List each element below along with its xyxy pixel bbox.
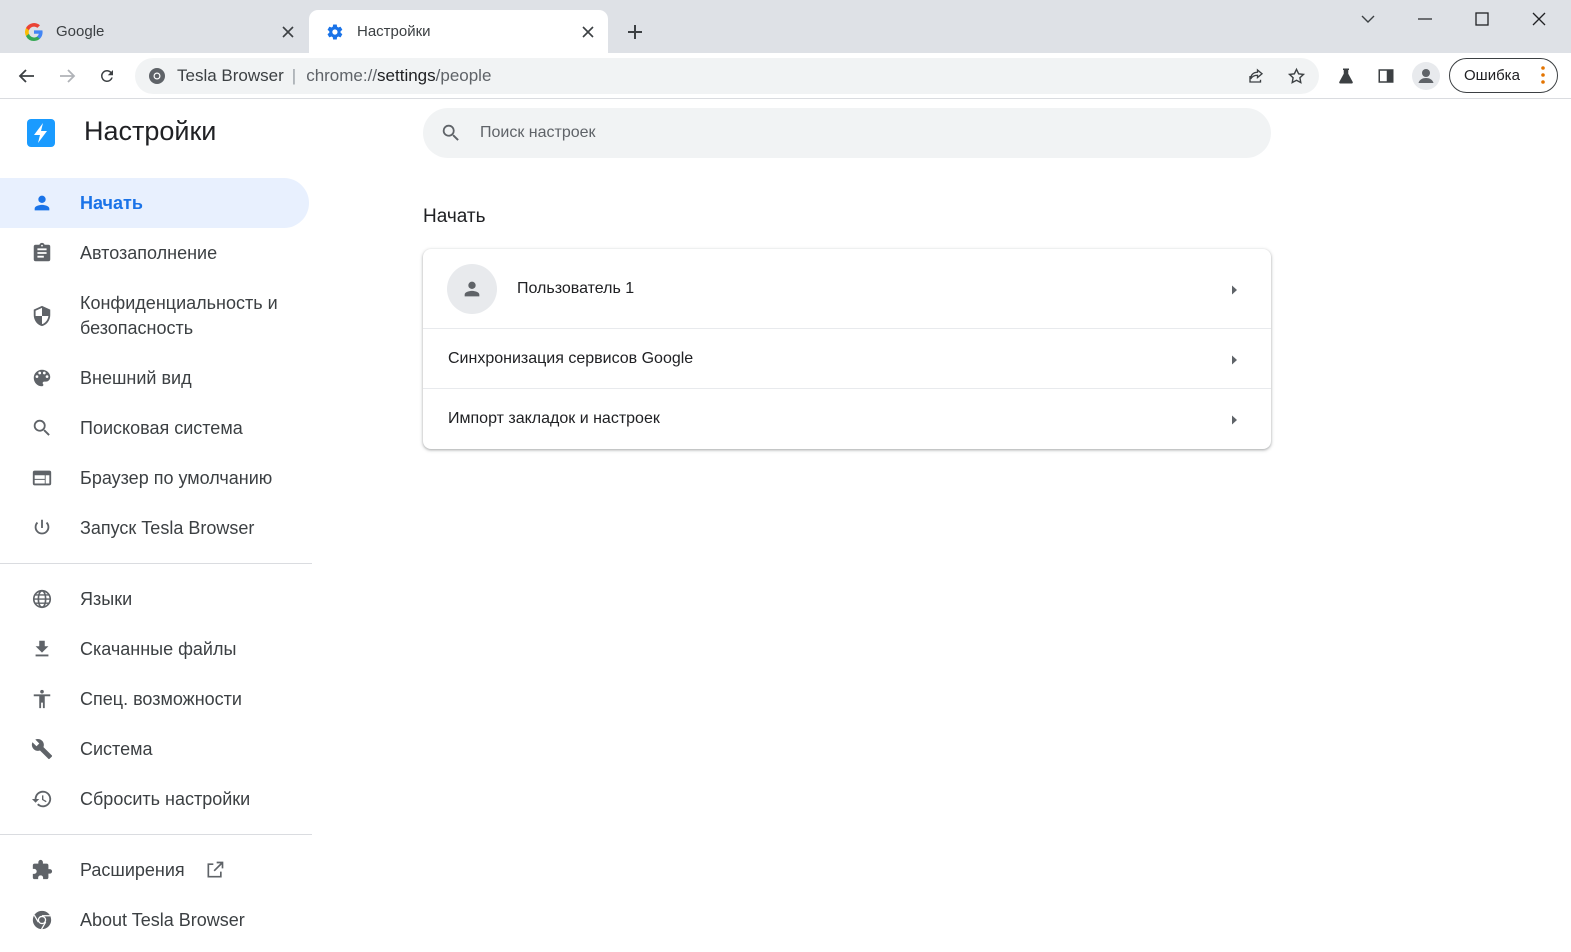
wrench-icon [30, 737, 54, 761]
sidebar-item-privacy[interactable]: Конфиденциальность и безопасность [0, 278, 309, 353]
sidebar-item-label: Браузер по умолчанию [80, 467, 273, 488]
url-path: /people [435, 66, 492, 85]
url-separator: | [291, 66, 297, 85]
sidebar-item-label: Система [80, 738, 153, 759]
profile-row[interactable]: Пользователь 1 [423, 249, 1271, 329]
puzzle-icon [30, 858, 54, 882]
sidebar-item-label: Автозаполнение [80, 242, 218, 263]
tesla-browser-logo [26, 118, 56, 148]
error-label: Ошибка [1464, 67, 1520, 84]
close-window-button[interactable] [1519, 6, 1559, 32]
chrome-logo-icon [30, 908, 54, 932]
arrow-right-icon [1228, 413, 1240, 425]
accessibility-icon [30, 687, 54, 711]
sidebar-item-label: Спец. возможности [80, 688, 242, 709]
maximize-button[interactable] [1462, 6, 1502, 32]
shield-icon [30, 304, 54, 328]
people-card: Пользователь 1 Синхронизация сервисов Go… [423, 249, 1271, 449]
share-icon[interactable] [1240, 60, 1272, 92]
settings-brand: Настройки [26, 116, 216, 148]
sidebar-item-label: About Tesla Browser [80, 909, 245, 930]
power-icon [30, 516, 54, 540]
browser-window-icon [30, 466, 54, 490]
sidebar-item-label: Языки [80, 588, 133, 609]
close-tab-icon[interactable] [278, 22, 298, 42]
search-icon [440, 122, 462, 144]
gear-icon [325, 22, 345, 42]
forward-button[interactable] [51, 60, 83, 92]
sidebar-item-label: Сбросить настройки [80, 788, 251, 809]
sidebar-item-accessibility[interactable]: Спец. возможности [0, 674, 309, 724]
sidebar-item-default-browser[interactable]: Браузер по умолчанию [0, 453, 309, 503]
page-title: Настройки [84, 116, 217, 146]
import-bookmarks-label: Импорт закладок и настроек [448, 410, 660, 427]
clipboard-icon [30, 241, 54, 265]
tab-strip: Google Настройки [0, 0, 1571, 53]
error-menu-button[interactable]: Ошибка [1449, 58, 1558, 93]
sidebar-item-label: Расширения [80, 859, 185, 880]
sidebar-item-appearance[interactable]: Внешний вид [0, 353, 309, 403]
sidebar-item-autofill[interactable]: Автозаполнение [0, 228, 309, 278]
reload-button[interactable] [91, 60, 123, 92]
section-title: Начать [423, 206, 486, 227]
download-icon [30, 637, 54, 661]
sidebar-item-label: Запуск Tesla Browser [80, 517, 255, 538]
profile-avatar-icon[interactable] [1410, 60, 1442, 92]
search-icon [30, 416, 54, 440]
side-panel-icon[interactable] [1370, 60, 1402, 92]
sidebar-divider [0, 563, 312, 564]
sidebar-item-extensions[interactable]: Расширения [0, 845, 309, 895]
history-icon [30, 787, 54, 811]
arrow-right-icon [1228, 283, 1240, 295]
labs-flask-icon[interactable] [1330, 60, 1362, 92]
sync-services-label: Синхронизация сервисов Google [448, 349, 694, 367]
profile-name: Пользователь 1 [517, 279, 635, 297]
url-host: settings [377, 66, 436, 85]
sidebar-item-search-engine[interactable]: Поисковая система [0, 403, 309, 453]
tab-search-chevron-icon[interactable] [1348, 6, 1388, 32]
sidebar-item-start[interactable]: Начать [0, 178, 309, 228]
avatar [447, 264, 497, 314]
sync-services-row[interactable]: Синхронизация сервисов Google [423, 329, 1271, 389]
import-bookmarks-row[interactable]: Импорт закладок и настроек [423, 389, 1271, 449]
globe-icon [30, 587, 54, 611]
sidebar-item-label: Поисковая система [80, 417, 243, 438]
chrome-site-icon [147, 66, 167, 86]
close-tab-icon[interactable] [578, 22, 598, 42]
sidebar-item-reset[interactable]: Сбросить настройки [0, 774, 309, 824]
kebab-menu-icon [1541, 66, 1545, 88]
tab-title: Google [56, 23, 105, 40]
person-icon [30, 191, 54, 215]
sidebar-item-languages[interactable]: Языки [0, 574, 309, 624]
bookmark-star-icon[interactable] [1280, 60, 1312, 92]
tab-settings[interactable]: Настройки [309, 10, 608, 53]
url-scheme: chrome:// [306, 66, 378, 85]
sidebar-item-label: Скачанные файлы [80, 638, 237, 659]
arrow-right-icon [1228, 353, 1240, 365]
new-tab-button[interactable] [622, 19, 648, 45]
sidebar-divider [0, 834, 312, 835]
browser-toolbar: Tesla Browser | chrome://settings/people… [0, 53, 1571, 99]
sidebar-item-about[interactable]: About Tesla Browser [0, 895, 309, 945]
minimize-button[interactable] [1405, 6, 1445, 32]
sidebar-item-on-startup[interactable]: Запуск Tesla Browser [0, 503, 309, 553]
site-name: Tesla Browser [177, 66, 284, 85]
address-bar[interactable]: Tesla Browser | chrome://settings/people [135, 58, 1319, 94]
sidebar-item-label: Конфиденциальность и безопасность [80, 292, 278, 338]
sidebar-item-label: Начать [80, 192, 143, 213]
sidebar-item-downloads[interactable]: Скачанные файлы [0, 624, 309, 674]
back-button[interactable] [11, 60, 43, 92]
tab-title: Настройки [357, 23, 431, 40]
external-link-icon [203, 858, 227, 882]
settings-search [423, 108, 1271, 158]
tab-google[interactable]: Google [8, 10, 308, 53]
sidebar-item-label: Внешний вид [80, 367, 192, 388]
sidebar-item-system[interactable]: Система [0, 724, 309, 774]
palette-icon [30, 366, 54, 390]
search-input[interactable] [480, 108, 1240, 158]
google-g-icon [24, 22, 44, 42]
